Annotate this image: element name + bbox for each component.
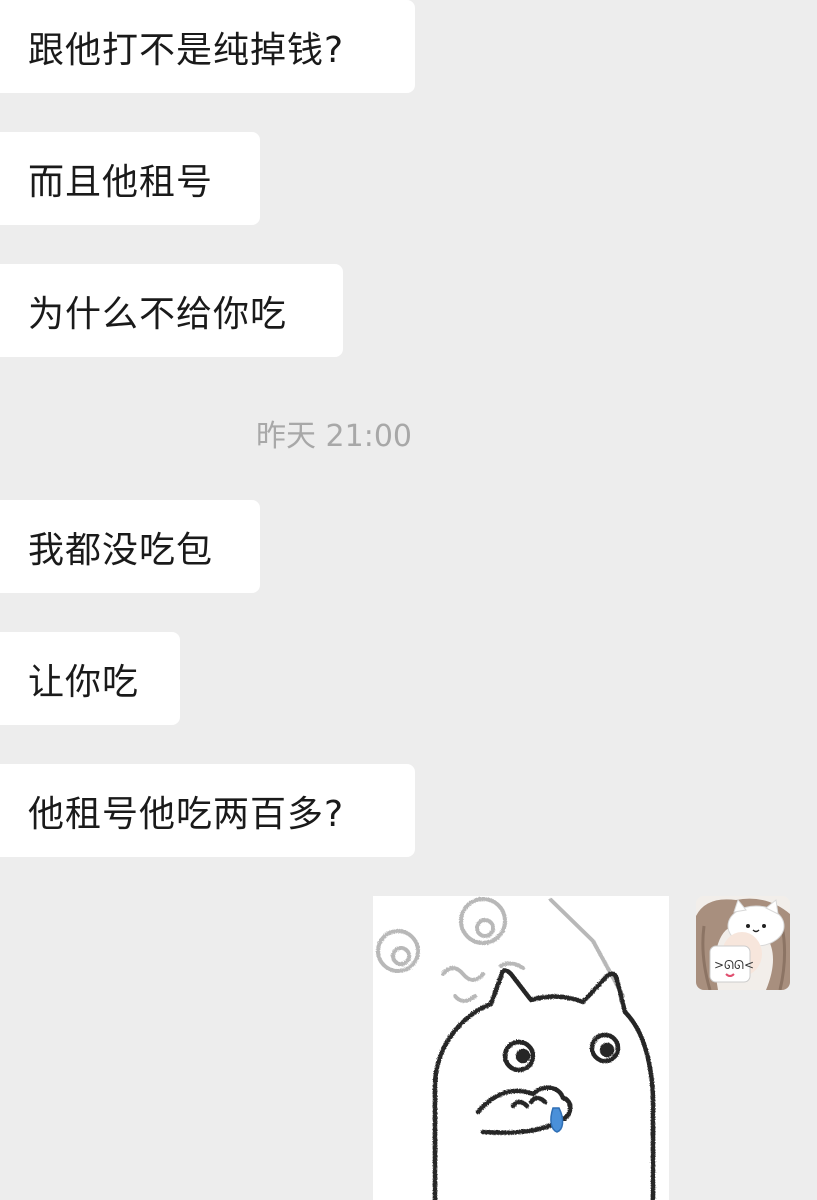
svg-text:>ᘏᘏ<: >ᘏᘏ<	[714, 958, 754, 972]
message-bubble[interactable]: 跟他打不是纯掉钱?	[0, 0, 415, 93]
message-bubble[interactable]: 而且他租号	[0, 132, 260, 225]
message-bubble[interactable]: 他租号他吃两百多?	[0, 764, 415, 857]
message-text: 跟他打不是纯掉钱?	[28, 29, 345, 71]
cat-doodle-sticker-icon	[376, 897, 656, 1200]
message-timestamp: 昨天 21:00	[256, 419, 412, 454]
user-avatar[interactable]: >ᘏᘏ<	[696, 896, 790, 990]
message-text: 让你吃	[28, 661, 140, 703]
message-text: 他租号他吃两百多?	[28, 793, 345, 835]
message-bubble[interactable]: 让你吃	[0, 632, 180, 725]
message-text: 而且他租号	[28, 161, 214, 203]
message-bubble[interactable]: 为什么不给你吃	[0, 264, 343, 357]
message-text: 我都没吃包	[28, 529, 214, 571]
sticker-message[interactable]	[373, 896, 669, 1200]
message-text: 为什么不给你吃	[28, 293, 288, 335]
girl-with-cat-avatar-icon: >ᘏᘏ<	[696, 896, 790, 990]
message-bubble[interactable]: 我都没吃包	[0, 500, 260, 593]
